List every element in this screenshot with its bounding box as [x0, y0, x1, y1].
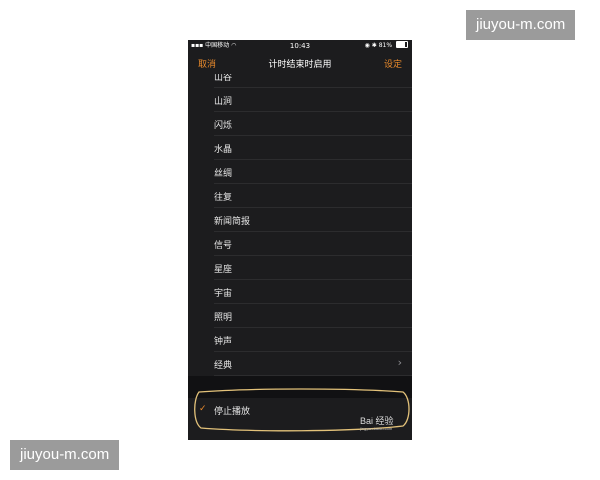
baidu-url: jingyan.baidu.com: [360, 426, 393, 431]
battery-percent: 81%: [378, 42, 393, 49]
list-item[interactable]: 信号: [188, 232, 412, 256]
baidu-logo-text: Bai 经验: [360, 416, 394, 426]
phone-screen: ▪▪▪ 中国移动 ◠ 10:43 ◉ ✱ 81% 取消 计时结束时启用 设定 山…: [188, 40, 412, 440]
status-right: ◉ ✱ 81%: [365, 40, 408, 52]
list-item[interactable]: 往复: [188, 184, 412, 208]
list-item[interactable]: 新闻简报: [188, 208, 412, 232]
baidu-logo: Bai 经验 jingyan.baidu.com: [360, 416, 394, 431]
battery-fill: [397, 42, 406, 47]
list-item[interactable]: 星座: [188, 256, 412, 280]
chevron-right-icon: ›: [397, 356, 402, 369]
status-bar: ▪▪▪ 中国移动 ◠ 10:43 ◉ ✱ 81%: [188, 40, 412, 52]
set-button[interactable]: 设定: [384, 57, 402, 70]
nav-bar: 取消 计时结束时启用 设定: [188, 52, 412, 74]
list-item[interactable]: 照明: [188, 304, 412, 328]
watermark-bottom: jiuyou-m.com: [10, 440, 120, 470]
list-item[interactable]: 水晶: [188, 136, 412, 160]
list-item[interactable]: 钟声: [188, 328, 412, 352]
list-item[interactable]: 山谷: [188, 74, 412, 88]
list-item-label: 新闻简报: [214, 217, 251, 227]
list-item[interactable]: 经典 ›: [188, 352, 412, 376]
list-item[interactable]: 闪烁: [188, 112, 412, 136]
list-item-label: 山涧: [214, 97, 233, 107]
bluetooth-icon: ✱: [371, 42, 377, 49]
tone-list-items: 山谷山涧闪烁水晶丝绸往复新闻简报信号星座宇宙照明钟声经典 ›: [188, 74, 412, 376]
tone-list[interactable]: 山谷山涧闪烁水晶丝绸往复新闻简报信号星座宇宙照明钟声经典 ›: [188, 74, 412, 376]
list-item-label: 宇宙: [214, 289, 233, 299]
list-item-label: 闪烁: [214, 121, 233, 131]
list-item-label: 钟声: [214, 337, 233, 347]
page-title: 计时结束时启用: [268, 60, 332, 70]
list-item[interactable]: 宇宙: [188, 280, 412, 304]
battery-icon: [396, 41, 408, 48]
list-item[interactable]: 山涧: [188, 88, 412, 112]
alarm-icon: ◉: [364, 42, 370, 49]
list-item-label: 照明: [214, 313, 233, 323]
list-item-label: 丝绸: [214, 169, 233, 179]
watermark-top: jiuyou-m.com: [466, 10, 576, 40]
list-item-label: 星座: [214, 265, 233, 275]
list-item-label: 经典: [214, 361, 233, 371]
list-item-label: 往复: [214, 193, 233, 203]
list-item-label: 信号: [214, 241, 233, 251]
list-item[interactable]: 丝绸: [188, 160, 412, 184]
list-item-label: 山谷: [214, 74, 233, 83]
list-item-label: 水晶: [214, 145, 233, 155]
